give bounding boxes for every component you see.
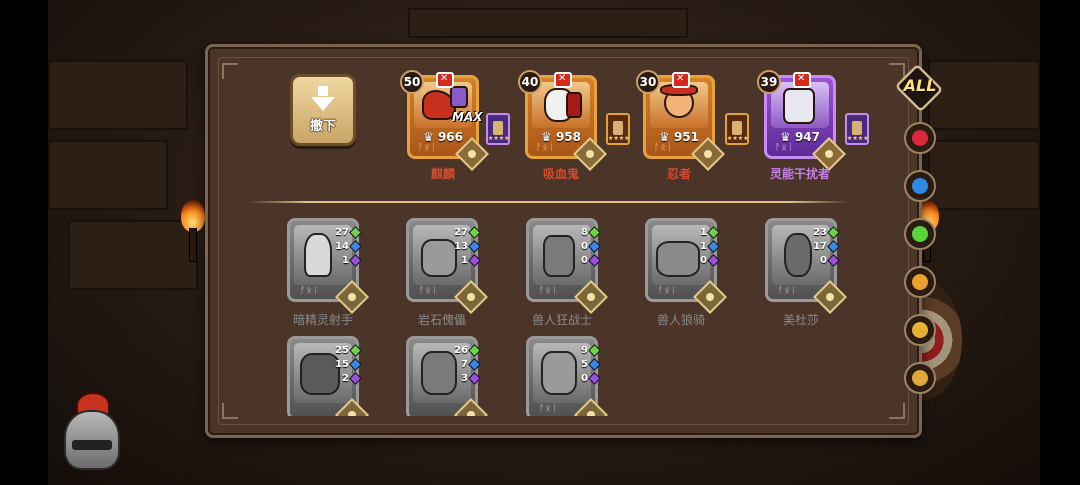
blue-orb-icon: [912, 178, 928, 194]
hammer-icon: [852, 121, 862, 135]
wall-brick: [408, 8, 688, 38]
hero-level-badge: 40: [518, 70, 542, 94]
hero-name: 美杜莎: [782, 313, 819, 327]
gold-scroll-icon: [912, 370, 928, 386]
hero-stats: 26 7 3: [449, 343, 481, 385]
class-icon: [436, 72, 454, 88]
filter-helmet-button[interactable]: [904, 266, 936, 298]
hero-stats: 1 1 0: [688, 225, 720, 267]
rune-text: ᚨᛟᛁ: [539, 286, 559, 296]
hero-name: 兽人狂战士: [531, 313, 592, 327]
selected-hero-card[interactable]: 30 ♛ 951 ᚨᛟᛁ: [636, 70, 725, 171]
torch-icon: [178, 200, 208, 262]
rune-text: ᚨᛟᛁ: [775, 143, 795, 153]
weapon-slot[interactable]: ★★★★: [845, 113, 869, 145]
rune-text: ᚨᛟᛁ: [778, 286, 798, 296]
hero-level-badge: 39: [757, 70, 781, 94]
hero-stats: 9 5 0: [569, 343, 601, 385]
wall-brick: [48, 60, 188, 130]
filter-green-faction-button[interactable]: [904, 218, 936, 250]
knight-mascot-icon: [56, 392, 132, 485]
hero-stats: 27 14 1: [330, 225, 362, 267]
hero-portrait: [771, 82, 829, 128]
green-leaf-icon: [912, 226, 928, 242]
selected-hero-card[interactable]: 39 ♛ 947 ᚨᛟᛁ: [757, 70, 846, 171]
filter-all-label[interactable]: ALL: [900, 76, 940, 95]
down-arrow-icon: [318, 86, 328, 96]
filter-blue-faction-button[interactable]: [904, 170, 936, 202]
class-icon: [672, 72, 690, 88]
rune-text: ᚨᛟᛁ: [654, 143, 674, 153]
hero-name: 麒麟: [430, 167, 455, 181]
hero-card-locked[interactable]: 27 14 1 ᚨᛟᛁ: [287, 218, 369, 314]
down-arrow-head: [311, 97, 335, 111]
withdraw-button[interactable]: 撤下: [290, 74, 356, 146]
gold-helmet-icon: [912, 274, 928, 290]
hero-level-badge: 30: [636, 70, 660, 94]
class-icon: [554, 72, 572, 88]
filter-red-faction-button[interactable]: [904, 122, 936, 154]
hero-name: 岩石傀儡: [417, 313, 466, 327]
rune-text: ᚨᛟᛁ: [419, 286, 439, 296]
pickaxe-icon: [493, 121, 503, 135]
hero-name: 暗精灵射手: [292, 313, 353, 327]
rune-text: ᚨᛟᛁ: [539, 404, 559, 414]
wall-brick: [928, 60, 1040, 130]
hero-card-locked[interactable]: 26 7 3: [406, 336, 488, 416]
filter-emblem-button[interactable]: [904, 314, 936, 346]
class-icon: [793, 72, 811, 88]
gold-emblem-icon: [912, 322, 928, 338]
screen-edge: [1040, 0, 1080, 485]
weapon-slot[interactable]: ★★★★: [725, 113, 749, 145]
hero-card-locked[interactable]: 23 17 0 ᚨᛟᛁ: [765, 218, 847, 314]
weapon-slot[interactable]: ★★★★: [486, 113, 510, 145]
filter-scroll-button[interactable]: [904, 362, 936, 394]
hero-card-locked[interactable]: 9 5 0 ᚨᛟᛁ: [526, 336, 608, 416]
red-flame-icon: [912, 130, 928, 146]
hero-card-locked[interactable]: 8 0 0 ᚨᛟᛁ: [526, 218, 608, 314]
sword-icon: [732, 121, 742, 135]
hero-name: 吸血鬼: [542, 167, 579, 181]
rune-text: ᚨᛟᛁ: [418, 143, 438, 153]
hero-stats: 27 13 1: [449, 225, 481, 267]
hero-portrait: [650, 82, 708, 128]
wall-brick: [928, 140, 1040, 210]
hero-name: 忍者: [666, 167, 691, 181]
section-divider: [248, 201, 850, 203]
hero-level-badge: 50: [400, 70, 424, 94]
selected-hero-card[interactable]: 40 ♛ 958 ᚨᛟᛁ: [518, 70, 607, 171]
weapon-slot[interactable]: ★★★★: [606, 113, 630, 145]
hero-name: 兽人狼骑: [656, 313, 705, 327]
hero-card-locked[interactable]: 1 1 0 ᚨᛟᛁ: [645, 218, 727, 314]
rune-text: ᚨᛟᛁ: [536, 143, 556, 153]
rune-text: ᚨᛟᛁ: [658, 286, 678, 296]
armor-icon: [613, 121, 623, 135]
hero-card-locked[interactable]: 25 15 2: [287, 336, 369, 416]
hero-stats: 8 0 0: [569, 225, 601, 267]
hero-grid-row-clipped: 25 15 2 26 7 3 9 5 0 ᚨᛟᛁ: [270, 330, 690, 416]
hero-portrait: [532, 82, 590, 128]
wall-brick: [48, 140, 168, 210]
hero-card-locked[interactable]: 27 13 1 ᚨᛟᛁ: [406, 218, 488, 314]
withdraw-label: 撤下: [309, 119, 336, 134]
max-label: MAX: [452, 110, 483, 124]
hero-stats: 25 15 2: [330, 343, 362, 385]
hero-stats: 23 17 0: [808, 225, 840, 267]
hero-name: 灵能干扰者: [769, 167, 830, 181]
rune-text: ᚨᛟᛁ: [300, 286, 320, 296]
